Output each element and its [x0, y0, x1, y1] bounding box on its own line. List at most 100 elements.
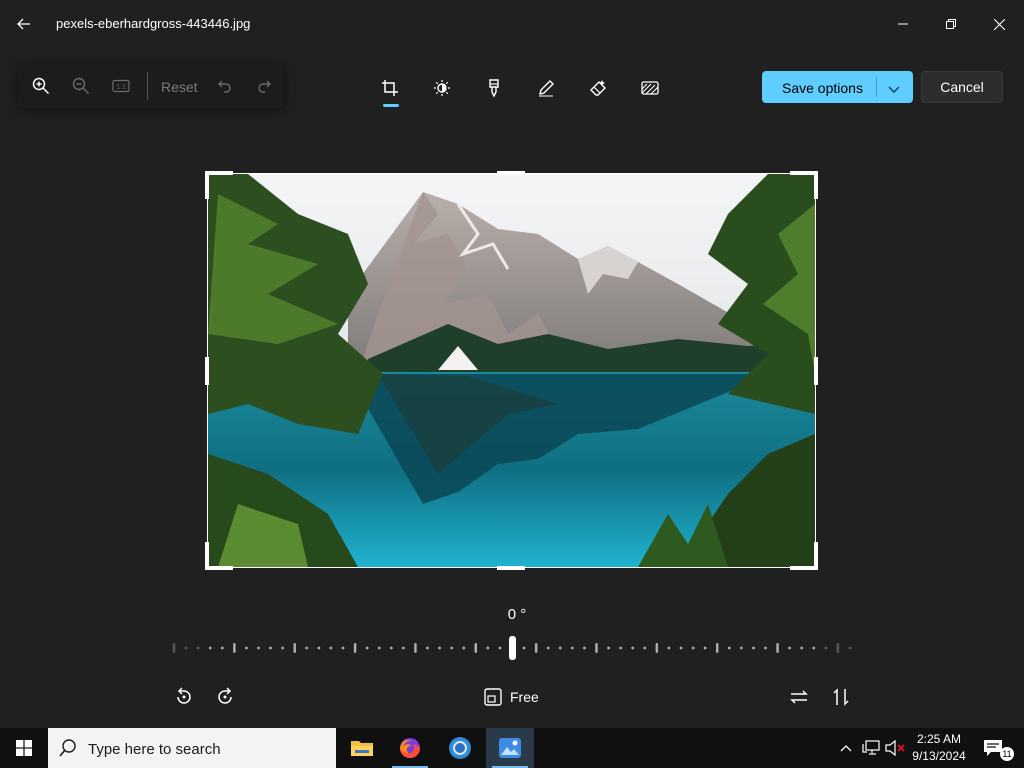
slider-minor-tick [498, 646, 502, 650]
rotate-right-button[interactable] [213, 684, 237, 710]
slider-major-tick [715, 643, 719, 653]
flip-vertical-button[interactable] [829, 684, 853, 710]
crop-handle-top-right-vertical[interactable] [814, 171, 818, 199]
photo-canvas[interactable] [208, 174, 815, 567]
taskbar-app-file-explorer[interactable] [338, 728, 386, 768]
flip-vertical-icon [833, 688, 849, 706]
minimize-icon [898, 23, 908, 25]
minimize-button[interactable] [880, 8, 926, 40]
slider-major-tick [595, 643, 598, 653]
crop-handle-right[interactable] [814, 357, 818, 385]
slider-major-tick [776, 643, 779, 653]
zoom-in-icon [32, 77, 50, 95]
redo-icon [258, 80, 271, 93]
zoom-out-button[interactable] [68, 74, 94, 98]
slider-minor-tick [281, 646, 285, 650]
slider-minor-tick [691, 646, 695, 650]
folder-icon [351, 741, 373, 756]
crop-handle-bottom-right-vertical[interactable] [814, 542, 818, 570]
close-button[interactable] [976, 8, 1022, 40]
slider-minor-tick [824, 646, 828, 650]
slider-minor-tick [667, 646, 671, 650]
slider-minor-tick [438, 646, 441, 650]
slider-minor-tick [269, 646, 272, 650]
actual-size-label: 1:1 [116, 84, 126, 91]
slider-minor-tick [727, 646, 731, 650]
crop-icon [382, 80, 398, 96]
rotate-left-icon [177, 687, 191, 704]
slider-major-tick [414, 643, 417, 653]
slider-minor-tick [739, 646, 743, 650]
cancel-button[interactable]: Cancel [921, 71, 1003, 103]
rotate-right-icon [218, 687, 232, 704]
save-options-dropdown[interactable] [888, 81, 900, 97]
aspect-ratio-button[interactable]: Free [484, 684, 550, 710]
tab-erase[interactable] [580, 74, 616, 102]
show-hidden-icons-button[interactable] [836, 728, 856, 768]
slider-minor-tick [522, 646, 526, 650]
crop-handle-top[interactable] [497, 171, 525, 175]
slider-minor-tick [245, 646, 248, 650]
slider-minor-tick [631, 646, 635, 650]
slider-minor-tick [389, 646, 393, 650]
zoom-in-button[interactable] [28, 74, 54, 98]
slider-minor-tick [486, 646, 490, 650]
slider-major-tick [293, 643, 296, 653]
undo-icon [218, 80, 231, 93]
slider-minor-tick [257, 646, 260, 650]
undo-button[interactable] [212, 74, 238, 98]
slider-minor-tick [607, 646, 610, 650]
tab-adjustment[interactable] [424, 74, 460, 102]
slider-minor-tick [619, 646, 623, 650]
slider-minor-tick [788, 646, 792, 650]
save-options-button[interactable]: Save options [762, 71, 913, 103]
taskbar-clock[interactable]: 2:25 AM 9/13/2024 [906, 731, 972, 765]
crop-handle-top-left[interactable] [205, 171, 233, 175]
start-button[interactable] [0, 728, 48, 768]
file-name: pexels-eberhardgross-443446.jpg [56, 16, 251, 31]
slider-minor-tick [377, 646, 381, 650]
rotate-left-button[interactable] [172, 684, 196, 710]
redo-button[interactable] [251, 74, 277, 98]
crop-handle-bottom-left[interactable] [205, 566, 233, 570]
crop-handle-left[interactable] [205, 357, 209, 385]
crop-handle-bottom[interactable] [497, 566, 525, 570]
back-button[interactable] [10, 12, 38, 36]
slider-minor-tick [800, 646, 804, 650]
crop-handle-top-left-vertical[interactable] [205, 171, 209, 199]
slider-minor-tick [546, 646, 550, 650]
taskbar-app-firefox[interactable] [386, 728, 434, 768]
straighten-slider-thumb[interactable] [509, 636, 516, 660]
windows-logo-icon [16, 740, 32, 756]
reset-button[interactable]: Reset [161, 79, 198, 95]
volume-tray-button[interactable] [884, 728, 906, 768]
slider-minor-tick [848, 646, 852, 650]
slider-major-tick [172, 643, 176, 653]
tab-background[interactable] [632, 74, 668, 102]
slider-major-tick [353, 643, 357, 653]
tab-filter[interactable] [476, 74, 512, 102]
zoom-out-icon [72, 77, 89, 94]
toolbar-divider [147, 72, 148, 100]
tab-markup[interactable] [528, 74, 564, 102]
maximize-button[interactable] [928, 8, 974, 40]
crop-handle-bottom-left-vertical[interactable] [205, 542, 209, 570]
slider-minor-tick [317, 646, 321, 650]
tab-crop[interactable] [372, 74, 408, 102]
notification-count-badge: 11 [1000, 747, 1014, 761]
flip-horizontal-button[interactable] [786, 684, 812, 710]
taskbar-app-photos[interactable] [486, 728, 534, 768]
taskbar-search-box[interactable]: Type here to search [48, 728, 336, 768]
slider-minor-tick [329, 646, 333, 650]
taskbar-app-chrome[interactable] [436, 728, 484, 768]
slider-major-tick [233, 643, 236, 653]
search-icon [58, 738, 78, 763]
actual-size-button[interactable]: 1:1 [108, 74, 134, 98]
slider-minor-tick [450, 646, 454, 650]
actual-size-icon: 1:1 [112, 79, 130, 93]
brightness-icon [434, 80, 450, 96]
network-tray-button[interactable] [860, 728, 882, 768]
aspect-ratio-icon [484, 688, 502, 706]
filter-icon [489, 79, 499, 97]
firefox-icon [400, 738, 420, 758]
